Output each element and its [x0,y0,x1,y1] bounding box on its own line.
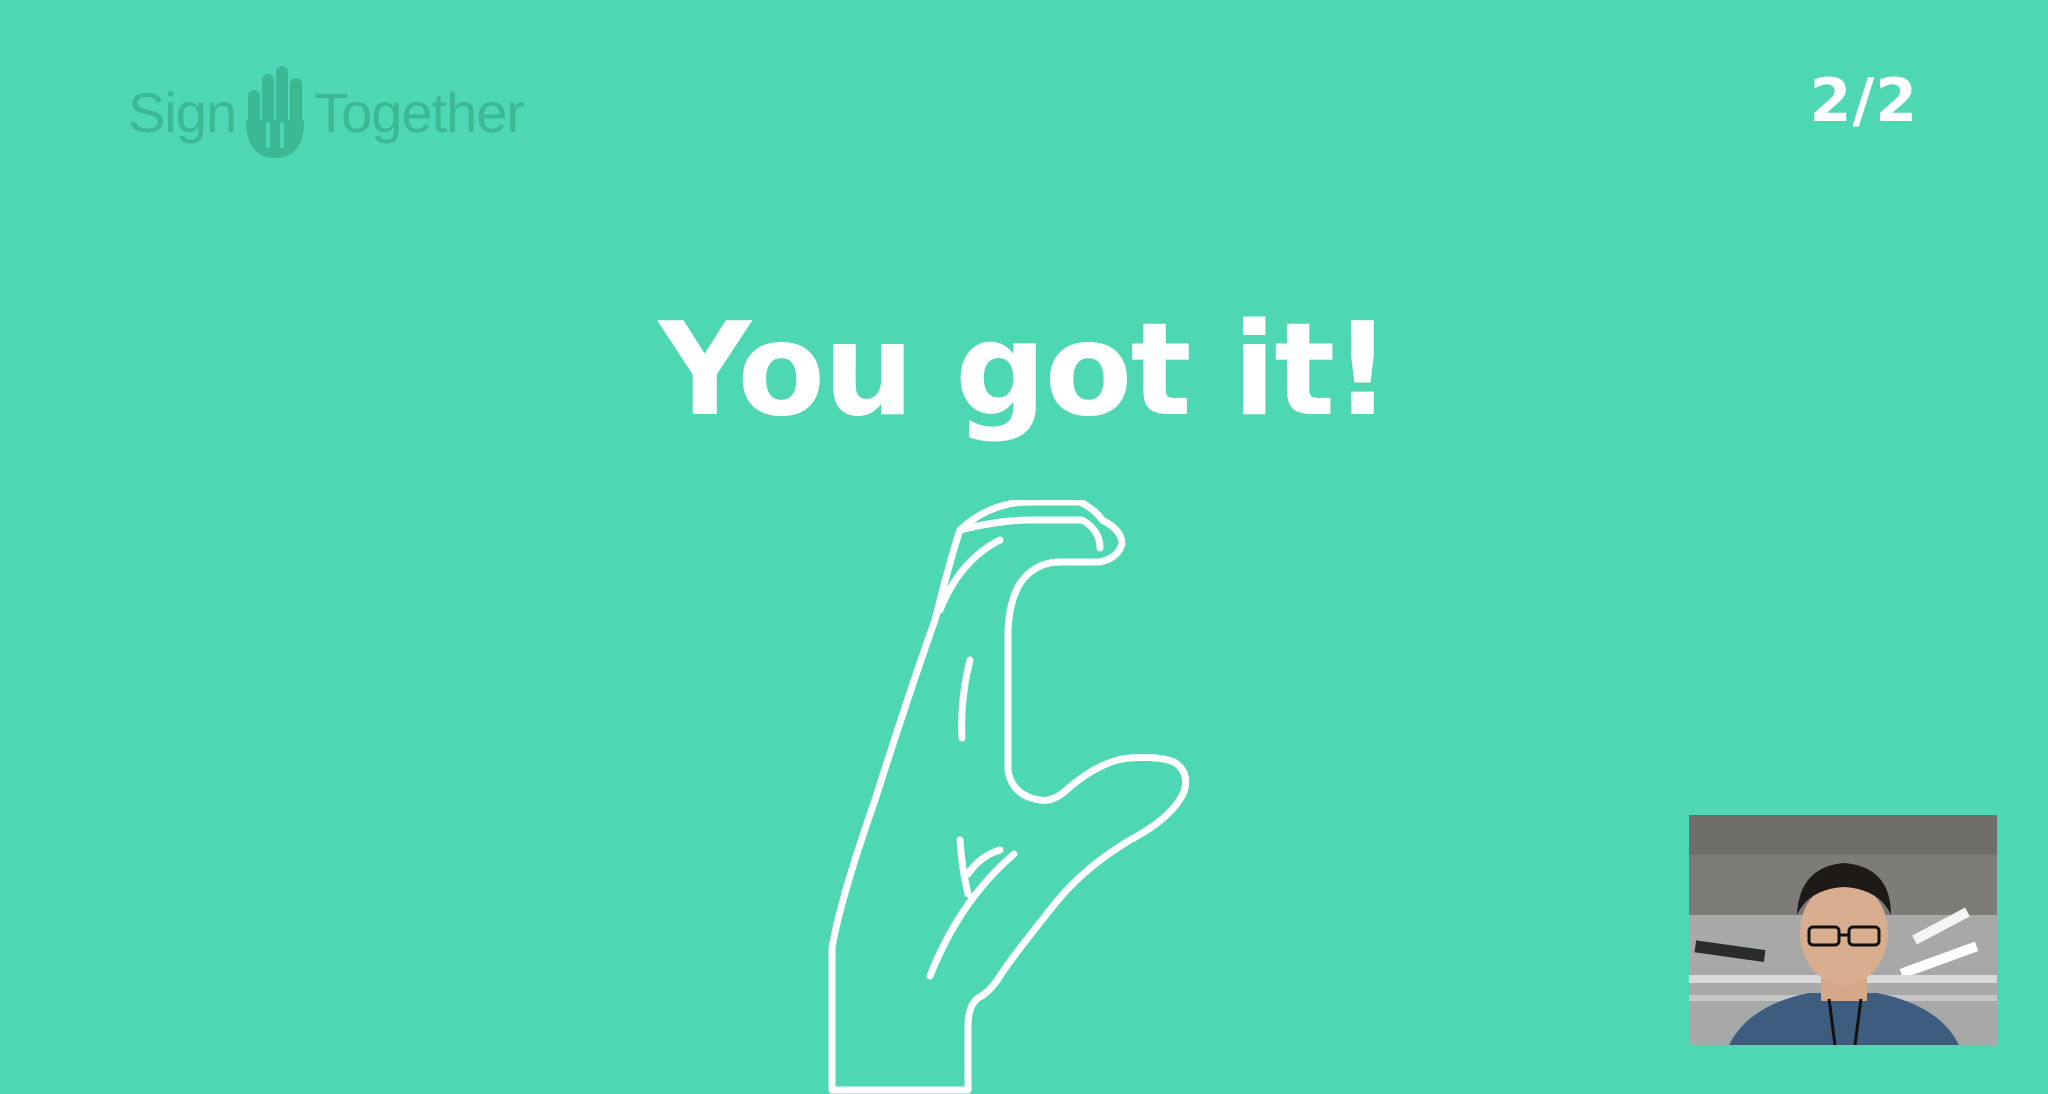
logo-word-sign: Sign [128,80,237,144]
raised-hand-icon [246,66,305,158]
webcam-feed [1689,815,1997,1045]
app-logo: Sign Together [128,62,525,162]
progress-counter: 2/2 [1809,66,1918,136]
success-title: You got it! [658,296,1391,445]
logo-word-together: Together [314,80,525,144]
asl-c-handshape-icon [828,500,1190,1094]
webcam-preview [1689,815,1997,1045]
